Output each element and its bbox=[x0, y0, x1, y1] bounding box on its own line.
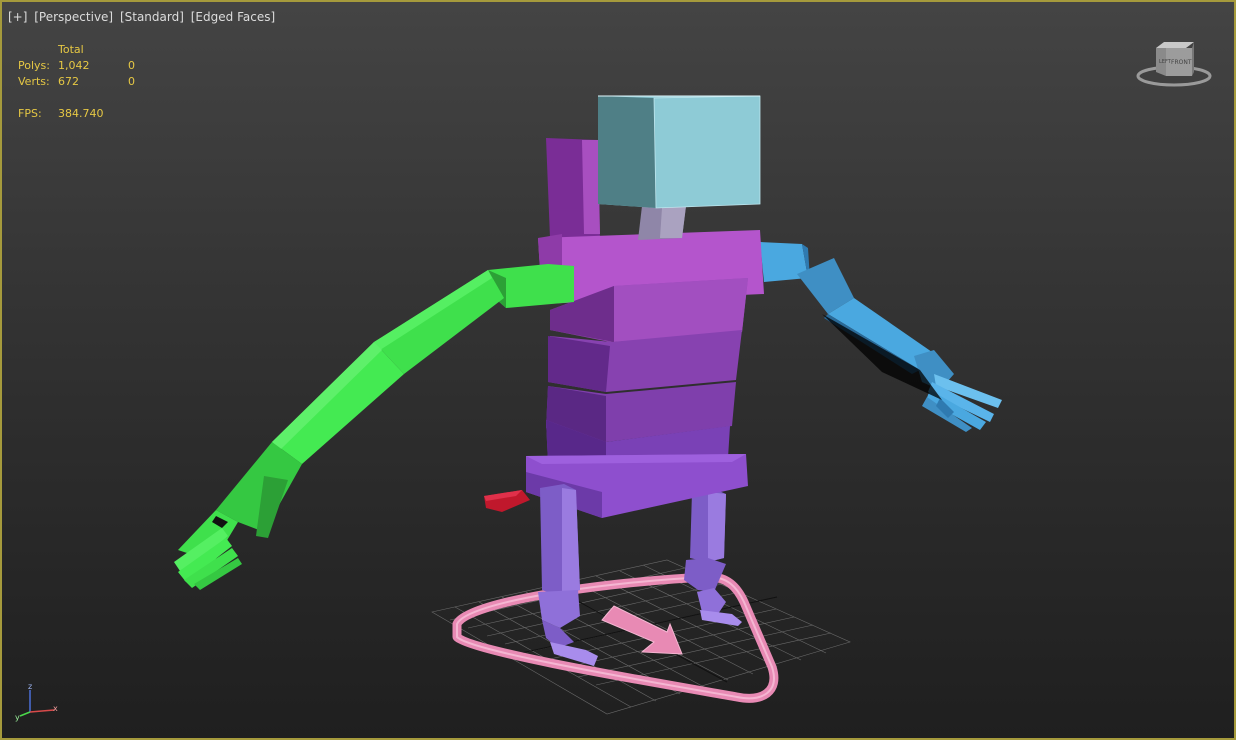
stats-verts-label: Verts: bbox=[18, 75, 50, 88]
viewcube-left-label: LEFT bbox=[1159, 59, 1172, 65]
axis-x-label: x bbox=[53, 704, 58, 713]
stats-verts-selected: 0 bbox=[128, 75, 135, 88]
axis-tripod-icon: z x y bbox=[15, 682, 58, 722]
statistics-overlay: Total Polys: 1,042 0 Verts: 672 0 FPS: 3… bbox=[18, 42, 158, 122]
stats-polys-selected: 0 bbox=[128, 59, 135, 72]
stats-fps-label: FPS: bbox=[18, 107, 42, 120]
scene-canvas[interactable] bbox=[2, 2, 1234, 738]
tail-bone[interactable] bbox=[484, 490, 530, 512]
axis-z-label: z bbox=[28, 682, 32, 691]
stats-fps-value: 384.740 bbox=[58, 107, 104, 120]
viewport-render-mode-menu[interactable]: [Standard] bbox=[120, 10, 184, 24]
stats-polys-total: 1,042 bbox=[58, 59, 90, 72]
stats-fps-row: FPS: 384.740 bbox=[18, 106, 158, 122]
viewport-general-menu[interactable]: [+] bbox=[8, 10, 27, 24]
viewport-point-of-view-menu[interactable]: [Perspective] bbox=[34, 10, 113, 24]
neck-face bbox=[660, 206, 686, 238]
right-leg[interactable] bbox=[684, 488, 742, 626]
head[interactable] bbox=[598, 95, 761, 209]
stats-total-header: Total bbox=[58, 43, 84, 56]
stats-verts-row: Verts: 672 0 bbox=[18, 74, 158, 90]
left-arm[interactable] bbox=[174, 264, 574, 590]
perspective-viewport[interactable]: [+] [Perspective] [Standard] [Edged Face… bbox=[0, 0, 1236, 740]
axis-y-label: y bbox=[15, 713, 20, 722]
viewport-label-menu[interactable]: [+] [Perspective] [Standard] [Edged Face… bbox=[8, 10, 278, 24]
right-arm[interactable] bbox=[760, 242, 1002, 432]
viewcube-front-label: FRONT bbox=[1171, 59, 1192, 66]
stats-verts-total: 672 bbox=[58, 75, 79, 88]
stats-polys-label: Polys: bbox=[18, 59, 50, 72]
viewport-shading-menu[interactable]: [Edged Faces] bbox=[191, 10, 275, 24]
viewcube-icon[interactable]: LEFT FRONT bbox=[1134, 38, 1214, 90]
stats-polys-row: Polys: 1,042 0 bbox=[18, 58, 158, 74]
